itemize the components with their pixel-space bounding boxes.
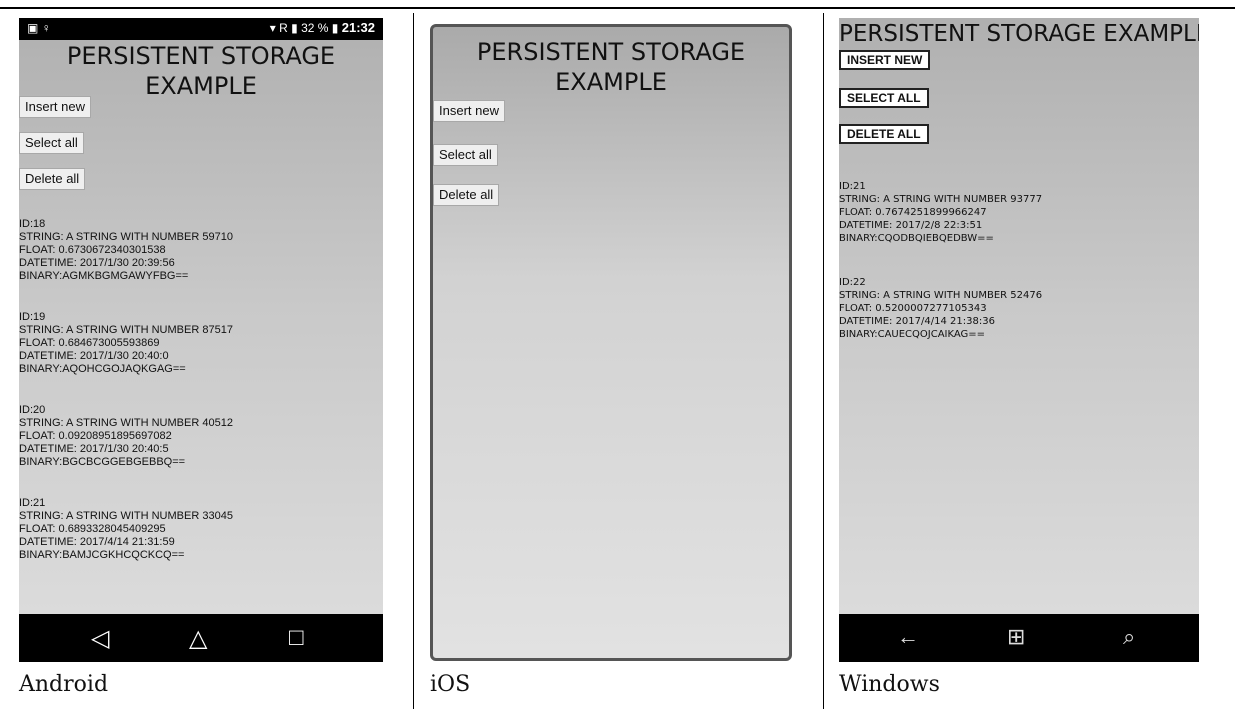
title-line-1: PERSISTENT STORAGE — [66, 42, 336, 70]
android-caption: Android — [19, 672, 109, 697]
ios-screen: PERSISTENT STORAGE EXAMPLE Insert new Se… — [430, 24, 792, 661]
record-id: ID:21 — [19, 497, 46, 509]
record-datetime: DATETIME: 2017/2/8 22:3:51 — [839, 220, 983, 231]
page-title: PERSISTENT STORAGE EXAMPLE — [839, 21, 1199, 47]
column-divider-1 — [413, 13, 414, 709]
record-string: STRING: A STRING WITH NUMBER 40512 — [19, 417, 233, 429]
record-string: STRING: A STRING WITH NUMBER 52476 — [839, 290, 1043, 301]
search-icon[interactable]: ⌕ — [1123, 624, 1135, 650]
records-list: ID:21 STRING: A STRING WITH NUMBER 93777… — [839, 180, 1042, 369]
column-divider-2 — [823, 13, 824, 709]
record-datetime: DATETIME: 2017/1/30 20:40:5 — [19, 443, 169, 455]
record-float: FLOAT: 0.6893328045409295 — [19, 523, 166, 535]
record-id: ID:19 — [19, 311, 46, 323]
windows-screen: PERSISTENT STORAGE EXAMPLE INSERT NEW SE… — [839, 18, 1199, 662]
insert-new-button[interactable]: Insert new — [433, 100, 505, 122]
record-float: FLOAT: 0.684673005593869 — [19, 337, 160, 349]
record-id: ID:20 — [19, 404, 46, 416]
battery-icon: ▮ — [331, 21, 339, 35]
select-all-button[interactable]: SELECT ALL — [839, 88, 929, 108]
record-datetime: DATETIME: 2017/4/14 21:38:36 — [839, 316, 995, 327]
android-status-bar: ▣ ♀ ▾ R ▮ 32 % ▮ 21:32 — [19, 18, 383, 40]
windows-caption: Windows — [839, 672, 940, 697]
page-title: PERSISTENT STORAGE EXAMPLE — [433, 37, 789, 97]
windows-start-icon[interactable]: ⊞ — [1007, 624, 1025, 650]
select-all-button[interactable]: Select all — [19, 132, 84, 154]
delete-all-button[interactable]: Delete all — [19, 168, 86, 190]
record-string: STRING: A STRING WITH NUMBER 33045 — [19, 510, 233, 522]
top-rule — [0, 7, 1235, 9]
record-float: FLOAT: 0.5200007277105343 — [839, 303, 987, 314]
title-line-1: PERSISTENT STORAGE — [476, 38, 746, 66]
back-arrow-icon[interactable]: ← — [897, 624, 919, 650]
record-float: FLOAT: 0.09208951895697082 — [19, 430, 172, 442]
record-binary: BINARY:CQODBQIEBQEDBW== — [839, 233, 994, 244]
record-binary: BINARY:BGCBCGGEBGEBBQ== — [19, 456, 186, 468]
signal-icon: ▾ R ▮ — [269, 21, 298, 35]
record-binary: BINARY:CAUECQOJCAIKAG== — [839, 329, 986, 340]
ios-caption: iOS — [430, 672, 471, 697]
record-id: ID:22 — [839, 277, 866, 288]
delete-all-button[interactable]: DELETE ALL — [839, 124, 929, 144]
record-float: FLOAT: 0.6730672340301538 — [19, 244, 166, 256]
battery-level: 32 % — [301, 21, 329, 35]
list-item: ID:21 STRING: A STRING WITH NUMBER 33045… — [19, 497, 233, 562]
list-item: ID:20 STRING: A STRING WITH NUMBER 40512… — [19, 404, 233, 469]
record-datetime: DATETIME: 2017/1/30 20:40:0 — [19, 350, 169, 362]
records-list: ID:18 STRING: A STRING WITH NUMBER 59710… — [19, 218, 233, 590]
record-binary: BINARY:AGMKBGMGAWYFBG== — [19, 270, 189, 282]
insert-new-button[interactable]: Insert new — [19, 96, 91, 118]
windows-nav-bar: ← ⊞ ⌕ — [839, 614, 1199, 662]
record-string: STRING: A STRING WITH NUMBER 87517 — [19, 324, 233, 336]
recents-icon[interactable]: □ — [289, 624, 304, 652]
android-nav-bar: ◁ △ □ — [19, 614, 383, 662]
back-icon[interactable]: ◁ — [91, 624, 109, 653]
status-right: ▾ R ▮ 32 % ▮ 21:32 — [270, 20, 375, 35]
list-item: ID:18 STRING: A STRING WITH NUMBER 59710… — [19, 218, 233, 283]
android-screen: ▣ ♀ ▾ R ▮ 32 % ▮ 21:32 PERSISTENT STORAG… — [19, 18, 383, 662]
record-float: FLOAT: 0.7674251899966247 — [839, 207, 987, 218]
list-item: ID:19 STRING: A STRING WITH NUMBER 87517… — [19, 311, 233, 376]
home-icon[interactable]: △ — [189, 624, 207, 653]
title-line-2: EXAMPLE — [555, 68, 667, 96]
page-title: PERSISTENT STORAGE EXAMPLE — [19, 41, 383, 101]
record-string: STRING: A STRING WITH NUMBER 93777 — [839, 194, 1043, 205]
record-binary: BINARY:AQOHCGOJAQKGAG== — [19, 363, 186, 375]
insert-new-button[interactable]: INSERT NEW — [839, 50, 931, 70]
delete-all-button[interactable]: Delete all — [433, 184, 500, 206]
record-datetime: DATETIME: 2017/1/30 20:39:56 — [19, 257, 175, 269]
record-string: STRING: A STRING WITH NUMBER 59710 — [19, 231, 233, 243]
select-all-button[interactable]: Select all — [433, 144, 498, 166]
record-datetime: DATETIME: 2017/4/14 21:31:59 — [19, 536, 175, 548]
record-binary: BINARY:BAMJCGKHCQCKCQ== — [19, 549, 185, 561]
record-id: ID:21 — [839, 181, 866, 192]
list-item: ID:22 STRING: A STRING WITH NUMBER 52476… — [839, 276, 1042, 341]
status-left-icons: ▣ ♀ — [27, 21, 51, 35]
status-time: 21:32 — [341, 20, 375, 35]
list-item: ID:21 STRING: A STRING WITH NUMBER 93777… — [839, 180, 1042, 245]
record-id: ID:18 — [19, 218, 46, 230]
